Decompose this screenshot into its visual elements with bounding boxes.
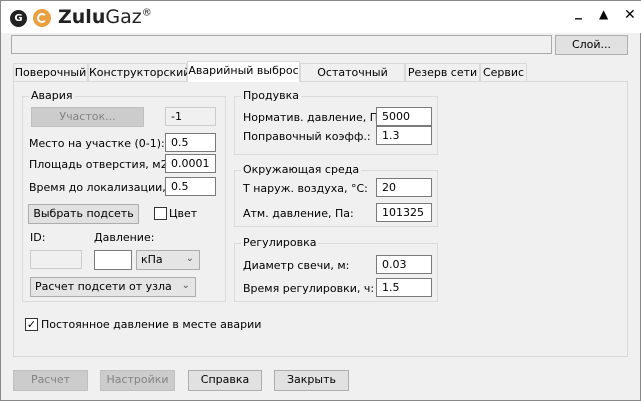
pressure-label: Давление:: [94, 231, 155, 244]
tab-emergency-release[interactable]: Аварийный выброс: [187, 61, 300, 82]
localization-time-input[interactable]: 0.5: [165, 177, 216, 196]
minimize-button[interactable]: _: [575, 4, 582, 20]
unit-dropdown[interactable]: кПа ⌄: [136, 250, 200, 270]
tab-verification[interactable]: Поверочный: [13, 63, 88, 82]
position-input[interactable]: 0.5: [165, 133, 216, 152]
calculate-button: Расчет: [13, 370, 88, 391]
section-button: Участок...: [31, 107, 144, 127]
unit-value: кПа: [141, 253, 163, 266]
area-input[interactable]: 0.0001: [165, 154, 216, 173]
chevron-down-icon: ⌄: [181, 280, 190, 291]
norm-pressure-input[interactable]: 5000: [376, 107, 432, 126]
color-label: Цвет: [169, 207, 198, 220]
candle-diameter-label: Диаметр свечи, м:: [243, 259, 350, 272]
help-button[interactable]: Справка: [188, 370, 262, 391]
calc-mode-dropdown[interactable]: Расчет подсети от узла ⌄: [30, 277, 196, 297]
tab-residual-reserve[interactable]: Остаточный запас: [300, 63, 405, 96]
tab-network-reserve[interactable]: Резерв сети: [405, 63, 480, 82]
pressure-input[interactable]: [94, 250, 132, 270]
calc-mode-value: Расчет подсети от узла: [35, 280, 172, 293]
path-field[interactable]: [11, 35, 552, 54]
coef-label: Поправочный коэфф.:: [243, 130, 371, 143]
layer-button[interactable]: Слой...: [555, 35, 628, 55]
purge-group-title: Продувка: [241, 89, 301, 102]
color-checkbox[interactable]: [154, 207, 167, 220]
environment-group-title: Окружающая среда: [241, 163, 362, 176]
atm-pressure-input[interactable]: 101325: [376, 203, 432, 222]
section-id-field: -1: [165, 107, 216, 126]
settings-button: Настройки: [100, 370, 175, 391]
brand-bold: Zulu: [58, 6, 106, 28]
close-dialog-button[interactable]: Закрыть: [274, 370, 349, 391]
accident-group-title: Авария: [29, 89, 75, 102]
regulation-time-input[interactable]: 1.5: [376, 278, 432, 297]
coef-input[interactable]: 1.3: [376, 126, 432, 145]
norm-pressure-label: Норматив. давление, Па:: [243, 111, 389, 124]
id-input: [30, 250, 82, 269]
brand-registered: ®: [141, 7, 152, 19]
title-bar: G ZuluGaz® _ ▲ ✕: [1, 1, 641, 33]
constant-pressure-label: Постоянное давление в месте аварии: [41, 318, 262, 331]
app-brand: ZuluGaz®: [58, 6, 152, 28]
chevron-down-icon: ⌄: [185, 253, 194, 264]
atm-pressure-label: Атм. давление, Па:: [243, 207, 354, 220]
tab-service[interactable]: Сервис: [480, 63, 527, 82]
select-subnet-button[interactable]: Выбрать подсеть: [28, 204, 139, 224]
constant-pressure-checkbox[interactable]: ✓: [25, 318, 38, 331]
position-label: Место на участке (0-1):: [29, 137, 165, 150]
candle-diameter-input[interactable]: 0.03: [376, 255, 432, 274]
area-label: Площадь отверстия, м2:: [29, 158, 172, 171]
logo-g-icon: G: [10, 10, 27, 27]
regulation-time-label: Время регулировки, ч:: [243, 282, 375, 295]
id-label: ID:: [30, 231, 46, 244]
close-button[interactable]: ✕: [624, 7, 636, 23]
air-temp-input[interactable]: 20: [376, 178, 432, 197]
tab-design[interactable]: Конструкторский: [88, 63, 190, 82]
regulation-group-title: Регулировка: [241, 236, 319, 249]
brand-light: Gaz: [105, 6, 142, 28]
main-window: G ZuluGaz® _ ▲ ✕ Слой... Поверочный Конс…: [0, 0, 641, 401]
localization-time-label: Время до локализации, ч:: [29, 181, 180, 194]
air-temp-label: Т наруж. воздуха, °С:: [243, 182, 368, 195]
maximize-button[interactable]: ▲: [599, 7, 608, 21]
logo-ring-icon: [33, 9, 51, 27]
